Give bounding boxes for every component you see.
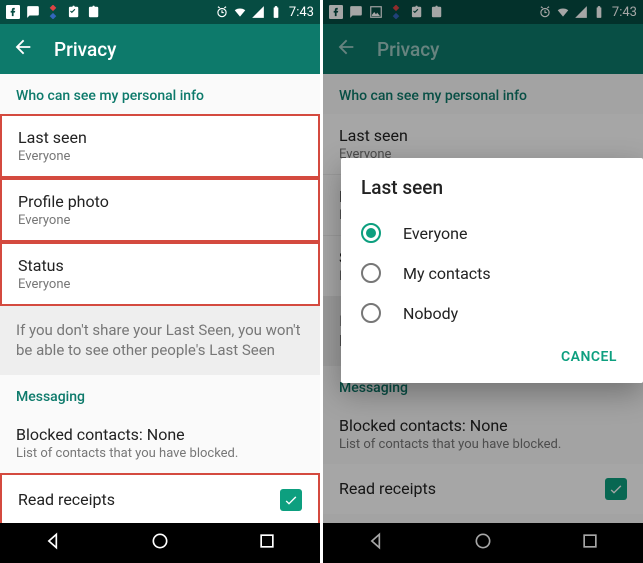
- cancel-button[interactable]: CANCEL: [555, 341, 623, 373]
- last-seen-dialog: Last seen Everyone My contacts Nobody CA…: [341, 158, 643, 383]
- statusbar: 7:43: [0, 0, 320, 24]
- setting-value: Everyone: [18, 213, 302, 228]
- assignment-done-icon: [66, 5, 80, 19]
- setting-last-seen[interactable]: Last seen Everyone: [0, 114, 320, 178]
- navbar: [0, 523, 320, 563]
- setting-status[interactable]: Status Everyone: [0, 242, 320, 306]
- screen-left: 7:43 Privacy Who can see my personal inf…: [0, 0, 320, 563]
- last-seen-note: If you don't share your Last Seen, you w…: [0, 306, 320, 375]
- nav-home-icon[interactable]: [150, 531, 170, 555]
- alarm-icon: [215, 5, 229, 19]
- setting-title: Last seen: [18, 128, 302, 147]
- setting-subtitle: List of contacts that you have blocked.: [16, 446, 304, 461]
- setting-value: Everyone: [18, 149, 302, 164]
- message-icon: [26, 5, 40, 19]
- setting-title: Blocked contacts: None: [16, 425, 304, 444]
- setting-blocked-contacts[interactable]: Blocked contacts: None List of contacts …: [0, 415, 320, 473]
- radio-label: Nobody: [403, 304, 458, 323]
- radio-option-everyone[interactable]: Everyone: [361, 213, 623, 253]
- section-messaging: Messaging: [0, 375, 320, 415]
- dominos-icon: [46, 5, 60, 19]
- nav-recent-icon[interactable]: [257, 531, 277, 555]
- setting-title: Status: [18, 256, 302, 275]
- facebook-icon: [6, 5, 20, 19]
- radio-option-nobody[interactable]: Nobody: [361, 293, 623, 333]
- checkbox-checked-icon[interactable]: [280, 489, 302, 511]
- battery-icon: [269, 5, 283, 19]
- radio-unselected-icon: [361, 263, 381, 283]
- nav-back-icon[interactable]: [43, 531, 63, 555]
- page-title: Privacy: [54, 38, 116, 61]
- content: Who can see my personal info Last seen E…: [0, 74, 320, 523]
- radio-unselected-icon: [361, 303, 381, 323]
- radio-label: Everyone: [403, 224, 467, 243]
- radio-label: My contacts: [403, 264, 491, 283]
- section-personal-info: Who can see my personal info: [0, 74, 320, 114]
- status-time: 7:43: [287, 5, 314, 20]
- assignment-icon: [86, 5, 100, 19]
- setting-title: Profile photo: [18, 192, 302, 211]
- dialog-title: Last seen: [361, 176, 623, 199]
- radio-option-my-contacts[interactable]: My contacts: [361, 253, 623, 293]
- radio-selected-icon: [361, 223, 381, 243]
- setting-value: Everyone: [18, 277, 302, 292]
- setting-read-receipts[interactable]: Read receipts: [0, 473, 320, 524]
- back-button[interactable]: [12, 36, 34, 62]
- setting-title: Read receipts: [18, 490, 280, 509]
- appbar: Privacy: [0, 24, 320, 74]
- signal-icon: [251, 5, 265, 19]
- setting-profile-photo[interactable]: Profile photo Everyone: [0, 178, 320, 242]
- screen-right: 7:43 Privacy Who can see my personal inf…: [323, 0, 643, 563]
- wifi-icon: [233, 5, 247, 19]
